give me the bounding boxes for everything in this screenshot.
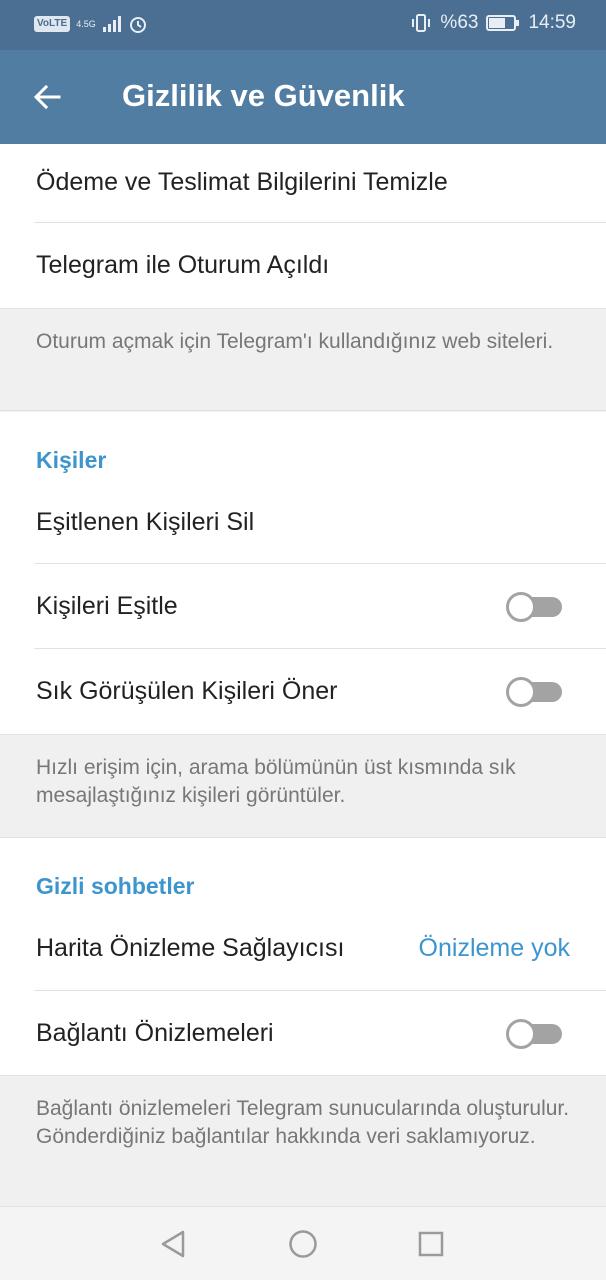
secret-chats-hint-area: Bağlantı önizlemeleri Telegram sunucular… <box>0 1075 606 1206</box>
network-type: 4.5G <box>76 18 96 29</box>
map-preview-provider-row[interactable]: Harita Önizleme Sağlayıcısı Önizleme yok <box>0 906 606 991</box>
logged-in-with-telegram-label: Telegram ile Oturum Açıldı <box>36 251 330 279</box>
nav-back-button[interactable] <box>156 1227 190 1261</box>
clear-payment-info-label: Ödeme ve Teslimat Bilgilerini Temizle <box>36 168 448 196</box>
sync-contacts-label: Kişileri Eşitle <box>36 592 178 620</box>
arrow-left-icon <box>33 84 61 110</box>
delete-synced-contacts-label: Eşitlenen Kişileri Sil <box>36 508 255 536</box>
top-hint-area: Oturum açmak için Telegram'ı kullandığın… <box>0 308 606 411</box>
vibrate-icon <box>412 14 431 32</box>
link-previews-label: Bağlantı Önizlemeleri <box>36 1019 274 1047</box>
toggle-thumb <box>506 677 536 707</box>
suggest-frequent-contacts-toggle[interactable] <box>506 677 564 707</box>
nav-home-button[interactable] <box>286 1227 320 1261</box>
secret-chats-hint-text: Bağlantı önizlemeleri Telegram sunucular… <box>36 1097 570 1148</box>
system-nav-bar <box>0 1206 606 1280</box>
suggest-frequent-contacts-row[interactable]: Sık Görüşülen Kişileri Öner <box>0 649 606 734</box>
status-right: %63 14:59 <box>410 12 576 34</box>
suggest-frequent-contacts-label: Sık Görüşülen Kişileri Öner <box>36 677 338 705</box>
battery-icon <box>486 15 520 31</box>
page-title: Gizlilik ve Güvenlik <box>122 78 405 113</box>
back-button[interactable] <box>30 80 64 114</box>
logged-in-with-telegram-row[interactable]: Telegram ile Oturum Açıldı <box>0 223 606 308</box>
toggle-thumb <box>506 1019 536 1049</box>
nav-back-icon <box>161 1230 185 1258</box>
secret-chats-card: Gizli sohbetler Harita Önizleme Sağlayıc… <box>0 838 606 1075</box>
volte-indicator: VoLTE <box>34 16 71 32</box>
status-bar: VoLTE 4.5G %63 14:59 <box>0 0 606 50</box>
alarm-icon <box>129 17 146 33</box>
toggle-thumb <box>506 592 536 622</box>
map-preview-provider-label: Harita Önizleme Sağlayıcısı <box>36 934 345 962</box>
app-bar: Gizlilik ve Güvenlik <box>0 50 606 144</box>
contacts-hint-area: Hızlı erişim için, arama bölümünün üst k… <box>0 734 606 838</box>
top-hint-text: Oturum açmak için Telegram'ı kullandığın… <box>36 330 554 353</box>
sync-contacts-toggle[interactable] <box>506 592 564 622</box>
signal-icon <box>102 16 121 32</box>
status-left: VoLTE 4.5G <box>34 14 148 34</box>
contacts-hint-text: Hızlı erişim için, arama bölümünün üst k… <box>36 756 516 807</box>
contacts-section-title: Kişiler <box>36 447 107 473</box>
top-settings-card: Ödeme ve Teslimat Bilgilerini Temizle Te… <box>0 144 606 308</box>
link-previews-row[interactable]: Bağlantı Önizlemeleri <box>0 991 606 1076</box>
sync-contacts-row[interactable]: Kişileri Eşitle <box>0 564 606 649</box>
battery-percent: %63 <box>440 12 479 33</box>
secret-chats-section-title: Gizli sohbetler <box>36 873 195 899</box>
nav-recents-button[interactable] <box>414 1227 448 1261</box>
nav-recents-icon <box>418 1231 444 1257</box>
clock: 14:59 <box>528 12 576 33</box>
map-preview-provider-value: Önizleme yok <box>418 934 570 962</box>
contacts-card: Kişiler Eşitlenen Kişileri Sil Kişileri … <box>0 412 606 734</box>
delete-synced-contacts-row[interactable]: Eşitlenen Kişileri Sil <box>0 480 606 565</box>
nav-home-icon <box>289 1230 317 1258</box>
link-previews-toggle[interactable] <box>506 1019 564 1049</box>
clear-payment-info-row[interactable]: Ödeme ve Teslimat Bilgilerini Temizle <box>0 140 606 225</box>
